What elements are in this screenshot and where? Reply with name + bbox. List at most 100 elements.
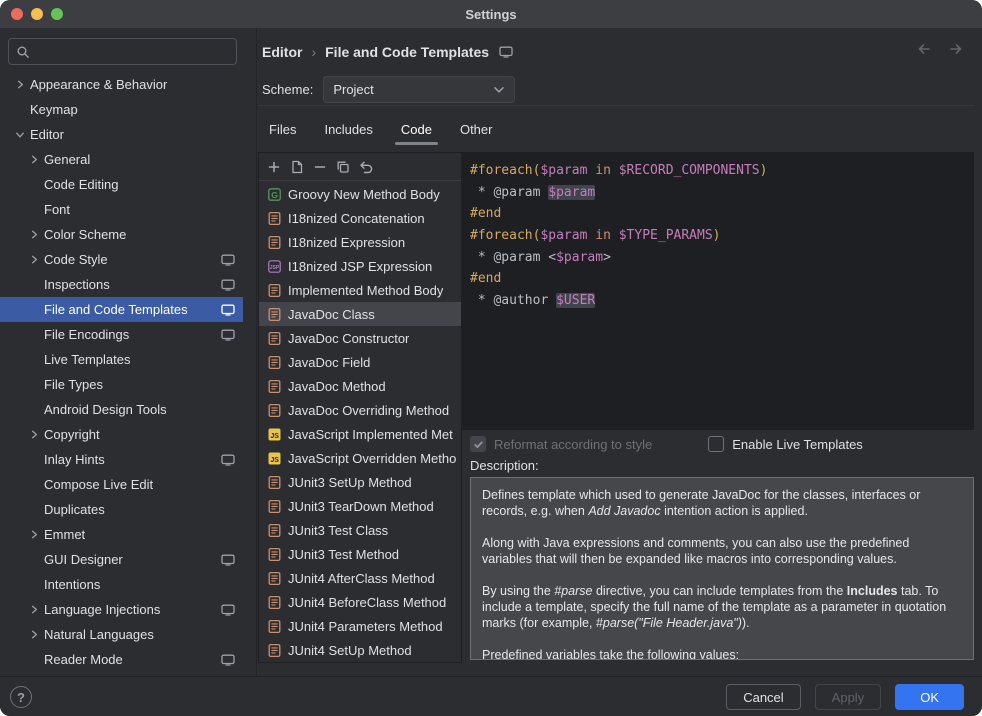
tab-code[interactable]: Code bbox=[392, 114, 441, 144]
template-list-item[interactable]: I18nized Concatenation bbox=[259, 206, 461, 230]
sidebar-item-keymap[interactable]: Keymap bbox=[0, 97, 243, 122]
template-editor[interactable]: #foreach($param in $RECORD_COMPONENTS) *… bbox=[462, 152, 974, 430]
sidebar-item-inlay-hints[interactable]: Inlay Hints bbox=[0, 447, 243, 472]
ok-button[interactable]: OK bbox=[895, 684, 964, 710]
sidebar-item-language-injections[interactable]: Language Injections bbox=[0, 597, 243, 622]
template-list-item[interactable]: JUnit3 SetUp Method bbox=[259, 470, 461, 494]
sidebar-item-gui-designer[interactable]: GUI Designer bbox=[0, 547, 243, 572]
sidebar-item-font[interactable]: Font bbox=[0, 197, 243, 222]
template-list-item[interactable]: JUnit4 BeforeClass Method bbox=[259, 590, 461, 614]
template-list-item[interactable]: JUnit4 SetUp Method bbox=[259, 638, 461, 662]
code-line: #foreach($param in $RECORD_COMPONENTS) bbox=[470, 160, 974, 182]
search-input[interactable] bbox=[35, 44, 229, 59]
maximize-window-button[interactable] bbox=[51, 8, 63, 20]
sidebar-item-general[interactable]: General bbox=[0, 147, 243, 172]
minus-icon bbox=[312, 159, 328, 175]
reformat-checkbox[interactable]: Reformat according to style bbox=[470, 436, 652, 452]
tree-chevron-icon[interactable] bbox=[28, 228, 41, 242]
sidebar-item-color-scheme[interactable]: Color Scheme bbox=[0, 222, 243, 247]
sidebar-item-file-encodings[interactable]: File Encodings bbox=[0, 322, 243, 347]
sidebar-item-duplicates[interactable]: Duplicates bbox=[0, 497, 243, 522]
description-text: Along with Java expressions and comments… bbox=[482, 536, 909, 566]
template-list-item[interactable]: JUnit3 Test Method bbox=[259, 542, 461, 566]
code-token: > bbox=[603, 250, 611, 265]
template-list-item[interactable]: JavaDoc Class bbox=[259, 302, 461, 326]
svg-text:G: G bbox=[271, 189, 278, 199]
traffic-lights bbox=[11, 8, 63, 20]
description-label: Description: bbox=[470, 458, 539, 473]
tree-chevron-icon[interactable] bbox=[14, 78, 27, 92]
screen-icon bbox=[221, 304, 235, 316]
tree-chevron-icon[interactable] bbox=[14, 128, 28, 141]
tree-chevron-icon[interactable] bbox=[28, 253, 41, 267]
sidebar-item-label: GUI Designer bbox=[44, 552, 123, 567]
description-paragraph: Predefined variables take the following … bbox=[482, 647, 962, 660]
reset-template-button[interactable] bbox=[354, 156, 377, 178]
add-template-button[interactable] bbox=[262, 156, 285, 178]
template-list-item[interactable]: Implemented Method Body bbox=[259, 278, 461, 302]
template-list-item[interactable]: JS JavaScript Overridden Metho bbox=[259, 446, 461, 470]
cancel-button[interactable]: Cancel bbox=[726, 684, 800, 710]
template-list-item[interactable]: JavaDoc Overriding Method bbox=[259, 398, 461, 422]
create-child-template-button[interactable] bbox=[285, 156, 308, 178]
tree-chevron-icon[interactable] bbox=[28, 428, 41, 442]
template-list-item[interactable]: JS JavaScript Implemented Met bbox=[259, 422, 461, 446]
template-list-item[interactable]: JavaDoc Method bbox=[259, 374, 461, 398]
close-window-button[interactable] bbox=[11, 8, 23, 20]
sidebar-item-inspections[interactable]: Inspections bbox=[0, 272, 243, 297]
sidebar-item-compose-live-edit[interactable]: Compose Live Edit bbox=[0, 472, 243, 497]
enable-live-templates-checkbox[interactable]: Enable Live Templates bbox=[708, 436, 863, 452]
tab-files[interactable]: Files bbox=[260, 114, 305, 144]
tree-chevron-icon[interactable] bbox=[28, 603, 41, 617]
template-list-item[interactable]: JavaDoc Field bbox=[259, 350, 461, 374]
template-description[interactable]: Defines template which used to generate … bbox=[470, 477, 974, 660]
checkbox-icon bbox=[470, 436, 486, 452]
sidebar-item-file-types[interactable]: File Types bbox=[0, 372, 243, 397]
screen-icon bbox=[221, 254, 235, 266]
sidebar-item-editor[interactable]: Editor bbox=[0, 122, 243, 147]
code-token: #end bbox=[470, 206, 501, 221]
sidebar-item-file-and-code-templates[interactable]: File and Code Templates bbox=[0, 297, 243, 322]
tree-chevron-icon[interactable] bbox=[28, 153, 41, 167]
code-token: $USER bbox=[556, 293, 595, 308]
remove-template-button[interactable] bbox=[308, 156, 331, 178]
sidebar-item-natural-languages[interactable]: Natural Languages bbox=[0, 622, 243, 647]
sidebar-item-code-style[interactable]: Code Style bbox=[0, 247, 243, 272]
sidebar-item-live-templates[interactable]: Live Templates bbox=[0, 347, 243, 372]
sidebar-item-reader-mode[interactable]: Reader Mode bbox=[0, 647, 243, 672]
template-file-icon bbox=[267, 211, 282, 226]
minimize-window-button[interactable] bbox=[31, 8, 43, 20]
tab-includes[interactable]: Includes bbox=[315, 114, 381, 144]
template-list-item[interactable]: JUnit3 TearDown Method bbox=[259, 494, 461, 518]
tree-chevron-icon[interactable] bbox=[28, 628, 41, 642]
template-list-item[interactable]: JUnit4 AfterClass Method bbox=[259, 566, 461, 590]
template-list-item[interactable]: G Groovy New Method Body bbox=[259, 182, 461, 206]
sidebar-item-intentions[interactable]: Intentions bbox=[0, 572, 243, 597]
template-list-item[interactable]: JSP I18nized JSP Expression bbox=[259, 254, 461, 278]
sidebar-item-appearance-behavior[interactable]: Appearance & Behavior bbox=[0, 72, 243, 97]
back-button[interactable] bbox=[916, 42, 932, 56]
sidebar-item-copyright[interactable]: Copyright bbox=[0, 422, 243, 447]
template-list-item[interactable]: JUnit3 Test Class bbox=[259, 518, 461, 542]
template-list-item-label: JavaScript Implemented Met bbox=[288, 427, 453, 442]
forward-button[interactable] bbox=[948, 42, 964, 56]
settings-search-box[interactable] bbox=[8, 38, 237, 65]
dialog-footer: ? Cancel Apply OK bbox=[0, 676, 982, 716]
breadcrumb-item-editor[interactable]: Editor bbox=[262, 44, 302, 60]
template-editor-code: #foreach($param in $RECORD_COMPONENTS) *… bbox=[470, 160, 974, 312]
template-list-item[interactable]: I18nized Expression bbox=[259, 230, 461, 254]
template-list-item[interactable]: JUnit4 Parameters Method bbox=[259, 614, 461, 638]
tab-other[interactable]: Other bbox=[451, 114, 502, 144]
scheme-dropdown[interactable]: Project bbox=[323, 76, 515, 103]
help-button[interactable]: ? bbox=[10, 686, 32, 708]
template-list-item[interactable]: JavaDoc Constructor bbox=[259, 326, 461, 350]
tree-chevron-icon[interactable] bbox=[28, 528, 41, 542]
js-file-icon: JS bbox=[267, 451, 282, 466]
template-list-item-label: I18nized Expression bbox=[288, 235, 405, 250]
apply-button[interactable]: Apply bbox=[815, 684, 882, 710]
sidebar-item-android-design-tools[interactable]: Android Design Tools bbox=[0, 397, 243, 422]
duplicate-template-button[interactable] bbox=[331, 156, 354, 178]
sidebar-item-emmet[interactable]: Emmet bbox=[0, 522, 243, 547]
sidebar-item-code-editing[interactable]: Code Editing bbox=[0, 172, 243, 197]
template-list-item-label: JavaDoc Class bbox=[288, 307, 375, 322]
